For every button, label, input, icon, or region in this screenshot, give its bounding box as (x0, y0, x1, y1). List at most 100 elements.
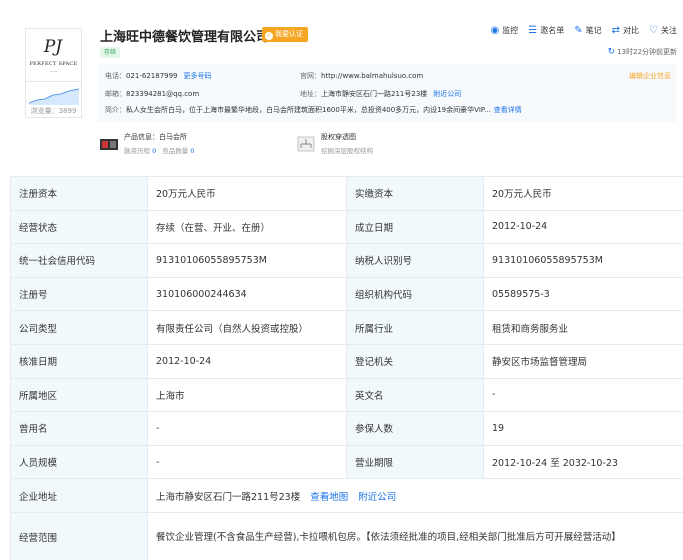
field-value: 91310106055895753M (147, 243, 347, 278)
address-value: 上海市静安区石门一路211号23楼 (156, 491, 301, 503)
field-label: 纳税人识别号 (346, 243, 484, 278)
website-value[interactable]: http://www.balmahulsuo.com (321, 72, 423, 80)
financing-count[interactable]: 0 (152, 147, 156, 155)
address-value: 上海市静安区石门一路211号23楼 (321, 90, 428, 98)
logo-text: PERFECT SPACE (29, 61, 78, 67)
field-label: 成立日期 (346, 209, 484, 245)
competitor-count[interactable]: 0 (190, 147, 194, 155)
action-label: 关注 (661, 26, 677, 35)
list-button[interactable]: ☰ 邀名单 (528, 25, 564, 36)
table-row: 所属地区 上海市 英文名 - (10, 377, 683, 413)
compare-icon: ⇄ (611, 24, 621, 36)
view-count: 浏览量：3899 (30, 107, 77, 115)
company-name: 上海旺中德餐饮管理有限公司 (100, 30, 270, 45)
field-value: 20万元人民币 (483, 176, 683, 211)
field-value: 存续（在营、开业、在册） (147, 209, 347, 245)
update-time-label: 13时22分钟前更新 (617, 48, 677, 56)
field-label: 所属地区 (10, 377, 148, 413)
nearby-company-link[interactable]: 附近公司 (358, 492, 396, 503)
nearby-company-link[interactable]: 附近公司 (433, 90, 461, 98)
equity-sub: 挖掘深层股权结构 (321, 147, 373, 155)
address-line: 地址：上海市静安区石门一路211号23楼 附近公司 (300, 89, 461, 99)
notes-button[interactable]: ✎ 笔记 (574, 25, 601, 36)
table-row: 人员规模 - 营业期限 2012-10-24 至 2032-10-23 (10, 444, 683, 480)
business-scope: 餐饮企业管理(不含食品生产经营),卡拉喂机包房。【依法须经批准的项目,经相关部门… (147, 511, 683, 560)
table-row-address: 企业地址 上海市静安区石门一路211号23楼 查看地图 附近公司 (10, 478, 683, 513)
logo-mark: PJ (43, 37, 63, 57)
address-label: 地址： (300, 90, 321, 98)
phone-line: 电话：021-62187999 更多号码 (105, 71, 212, 81)
field-value: 20万元人民币 (147, 176, 347, 211)
field-value: 05589575-3 (483, 276, 683, 312)
intro-label: 简介： (105, 106, 126, 114)
trend-sparkline (29, 88, 79, 105)
competitor-label: 竞品数量 (162, 147, 189, 155)
compare-button[interactable]: ⇄ 对比 (612, 25, 639, 36)
field-label: 统一社会信用代码 (10, 243, 148, 278)
view-map-link[interactable]: 查看地图 (310, 492, 348, 503)
refresh-icon: ↻ (607, 47, 616, 57)
email-value[interactable]: 823394281@qq.com (126, 90, 199, 98)
product-title: 产品信息：白马会所 (124, 133, 187, 141)
field-label: 企业地址 (10, 478, 148, 513)
table-row: 公司类型 有限责任公司（自然人投资或控股） 所属行业 租赁和商务服务业 (10, 310, 683, 345)
website-line: 官网：http://www.balmahulsuo.com (300, 71, 423, 81)
claim-button[interactable]: ✓ 我要认证 (262, 27, 308, 42)
action-label: 监控 (502, 26, 519, 35)
claim-label: 我要认证 (275, 30, 303, 38)
registration-table: 注册资本 20万元人民币 实缴资本 20万元人民币 经营状态 存续（在营、开业、… (10, 176, 683, 560)
product-icon (100, 139, 118, 150)
website-label: 官网： (300, 72, 321, 80)
intro-more-link[interactable]: 查看详情 (494, 106, 522, 114)
field-label: 所属行业 (346, 310, 484, 345)
field-value: 有限责任公司（自然人投资或控股） (147, 310, 347, 345)
table-row: 统一社会信用代码 91310106055895753M 纳税人识别号 91310… (10, 243, 683, 278)
equity-icon (297, 136, 315, 152)
field-label: 参保人数 (346, 411, 484, 446)
field-value: 静安区市场监督管理局 (483, 343, 683, 379)
field-label: 实缴资本 (346, 176, 484, 211)
field-value: - (483, 377, 683, 413)
check-icon: ✓ (265, 32, 273, 40)
field-value: - (147, 411, 347, 446)
equity-title: 股权穿透图 (321, 133, 356, 141)
edit-company-link[interactable]: 编辑企业信息 (629, 71, 671, 81)
status-badge: 存续 (100, 47, 121, 58)
pen-icon: ✎ (574, 24, 583, 36)
field-label: 经营范围 (10, 511, 148, 560)
table-row: 注册资本 20万元人民币 实缴资本 20万元人民币 (10, 176, 683, 211)
product-sub: 融资历程 0 竞品数量 0 (124, 145, 195, 155)
company-logo: PJ PERFECT SPACE —— (25, 28, 82, 82)
email-label: 邮箱： (105, 90, 126, 98)
action-bar: ◉ 监控 ☰ 邀名单 ✎ 笔记 ⇄ 对比 ♡ 关注 (491, 25, 677, 36)
field-label: 注册号 (10, 276, 148, 312)
more-phone-link[interactable]: 更多号码 (184, 72, 212, 80)
monitor-button[interactable]: ◉ 监控 (491, 25, 519, 36)
action-label: 笔记 (585, 26, 602, 35)
field-label: 曾用名 (10, 411, 148, 446)
table-row: 注册号 310106000244634 组织机构代码 05589575-3 (10, 276, 683, 312)
field-value: - (147, 444, 347, 480)
field-label: 登记机关 (346, 343, 484, 379)
field-label: 组织机构代码 (346, 276, 484, 312)
update-time[interactable]: ↻ 13时22分钟前更新 (608, 47, 677, 57)
field-label: 公司类型 (10, 310, 148, 345)
field-label: 英文名 (346, 377, 484, 413)
field-value: 2012-10-24 (483, 209, 683, 245)
field-value: 上海市 (147, 377, 347, 413)
field-label: 营业期限 (346, 444, 484, 480)
logo-subtext: —— (49, 69, 58, 74)
intro-line: 简介：私人女生会所白马，位于上海市最繁华地段，白马会所建筑面积1600平米，总投… (105, 105, 673, 115)
field-label: 人员规模 (10, 444, 148, 480)
follow-button[interactable]: ♡ 关注 (649, 25, 677, 36)
table-row: 曾用名 - 参保人数 19 (10, 411, 683, 446)
note-icon: ☰ (528, 24, 538, 36)
view-count-box: 浏览量：3899 (25, 82, 82, 118)
field-value: 310106000244634 (147, 276, 347, 312)
action-label: 邀名单 (540, 26, 565, 35)
field-label: 注册资本 (10, 176, 148, 211)
field-value: 2012-10-24 至 2032-10-23 (483, 444, 683, 480)
email-line: 邮箱：823394281@qq.com (105, 89, 199, 99)
field-label: 经营状态 (10, 209, 148, 245)
intro-text: 私人女生会所白马，位于上海市最繁华地段，白马会所建筑面积1600平米，总投资40… (126, 106, 491, 114)
